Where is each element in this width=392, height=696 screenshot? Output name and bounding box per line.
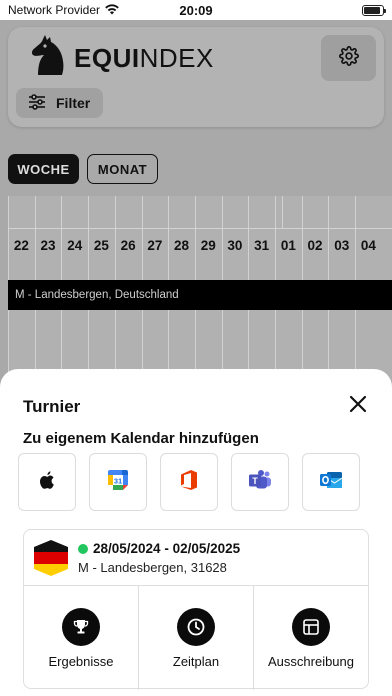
- header-card: EQUINDEX Filter: [8, 27, 384, 127]
- outlook-icon: [319, 469, 343, 496]
- trophy-icon: [62, 607, 100, 646]
- add-office-calendar-button[interactable]: [160, 453, 218, 511]
- add-google-calendar-button[interactable]: 31: [89, 453, 147, 511]
- status-bar: Network Provider 20:09: [0, 0, 392, 20]
- month-divider: [282, 196, 283, 228]
- calendar-day-label: 23: [40, 238, 56, 253]
- logo-wordmark: EQUINDEX: [74, 43, 214, 73]
- add-apple-calendar-button[interactable]: [18, 453, 76, 511]
- calendar-day-label: 03: [334, 238, 350, 253]
- app-logo: EQUINDEX: [30, 35, 214, 82]
- svg-text:31: 31: [114, 476, 122, 485]
- event-card: 28/05/2024 - 02/05/2025 M - Landesbergen…: [23, 529, 369, 690]
- event-bar-label: M - Landesbergen, Deutschland: [15, 289, 179, 301]
- calendar-grid: 22 23 24 25 26 27 28 29 30 31 01 02 03 04 M - Landesb…: [8, 196, 392, 386]
- gear-icon: [338, 45, 359, 71]
- close-button[interactable]: [348, 394, 368, 414]
- schedule-label: Zeitplan: [172, 653, 220, 669]
- calendar-day-label: 01: [280, 238, 296, 253]
- event-summary[interactable]: 28/05/2024 - 02/05/2025 M - Landesbergen…: [24, 530, 368, 586]
- results-label: Ergebnisse: [48, 653, 114, 669]
- status-dot: [78, 543, 88, 554]
- apple-icon: [39, 470, 55, 494]
- calendar-day-label: 31: [254, 238, 270, 253]
- sliders-icon: [28, 93, 46, 113]
- tab-month[interactable]: MONAT: [87, 154, 158, 184]
- tab-week[interactable]: WOCHE: [8, 154, 79, 184]
- horse-logo-icon: [30, 35, 66, 82]
- calendar-day-label: 29: [200, 238, 216, 253]
- calendar-day-label: 27: [147, 238, 163, 253]
- filter-button[interactable]: Filter: [16, 88, 103, 118]
- results-button[interactable]: Ergebnisse: [24, 586, 139, 690]
- event-location: M - Landesbergen, 31628: [78, 560, 227, 575]
- battery-icon: [362, 4, 386, 16]
- calendar-day-label: 24: [67, 238, 83, 253]
- calendar-day-label: 02: [307, 238, 323, 253]
- google-calendar-icon: 31: [107, 469, 129, 496]
- calendar-day-label: 28: [174, 238, 190, 253]
- schedule-button[interactable]: Zeitplan: [139, 586, 254, 690]
- add-teams-calendar-button[interactable]: T: [231, 453, 289, 511]
- announcement-label: Ausschreibung: [268, 653, 354, 669]
- calendar-day-label: 30: [227, 238, 243, 253]
- filter-label: Filter: [56, 95, 91, 111]
- germany-flag-icon: [34, 540, 68, 576]
- wifi-icon: [104, 3, 120, 18]
- add-to-calendar-title: Zu eigenem Kalendar hinzufügen: [23, 430, 259, 447]
- settings-button[interactable]: [321, 35, 376, 81]
- event-date-line: 28/05/2024 - 02/05/2025: [78, 541, 240, 556]
- close-icon: [348, 395, 368, 418]
- tournament-sheet: Turnier Zu eigenem Kalendar hinzufügen 3…: [0, 369, 392, 696]
- announcement-button[interactable]: Ausschreibung: [254, 586, 368, 690]
- add-outlook-calendar-button[interactable]: [302, 453, 360, 511]
- office-icon: [179, 469, 199, 496]
- calendar-day-label: 26: [120, 238, 136, 253]
- calendar-day-label: 22: [13, 238, 29, 253]
- sheet-title: Turnier: [23, 397, 81, 416]
- calendar-options: 31 T: [18, 453, 360, 511]
- event-date-range: 28/05/2024 - 02/05/2025: [93, 541, 241, 556]
- svg-text:T: T: [252, 476, 258, 486]
- teams-icon: T: [248, 469, 272, 496]
- calendar-header-line: [8, 228, 392, 229]
- event-actions: Ergebnisse Zeitplan Ausschreibung: [24, 586, 368, 690]
- table-icon: [292, 607, 330, 646]
- calendar-day-label: 25: [93, 238, 109, 253]
- clock-icon: [177, 607, 215, 646]
- calendar-day-label: 04: [360, 238, 376, 253]
- calendar-event-bar[interactable]: M - Landesbergen, Deutschland: [8, 280, 392, 310]
- carrier-label: Network Provider: [8, 3, 101, 17]
